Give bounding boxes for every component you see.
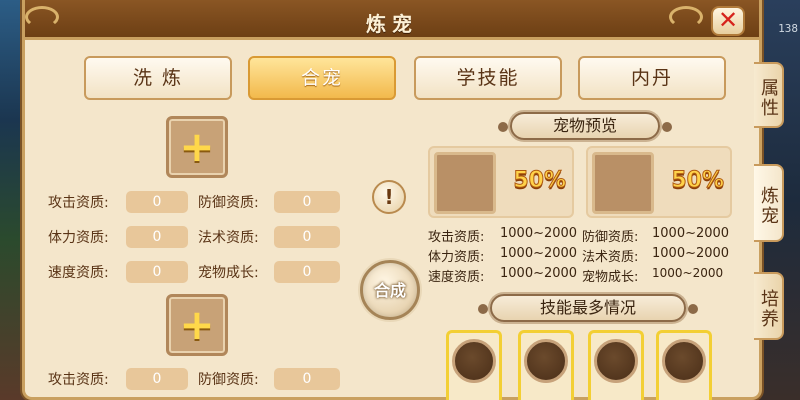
skill-slot[interactable] xyxy=(588,330,644,400)
preview-stat-label: 攻击资质: xyxy=(428,230,485,245)
skills-header-label: 技能最多情况 xyxy=(539,298,636,317)
stat-label: 宠物成长: xyxy=(198,265,259,281)
exclamation-icon: ! xyxy=(384,185,394,209)
stat-label: 体力资质: xyxy=(48,230,109,246)
preview-card-2: 50% xyxy=(586,146,732,218)
tab-learn-skill[interactable]: 学技能 xyxy=(414,56,562,100)
preview-stat-value: 1000~2000 xyxy=(500,266,578,281)
stat-label: 攻击资质: xyxy=(48,195,109,211)
preview-stat-value: 1000~2000 xyxy=(500,226,578,241)
side-tab-attributes[interactable]: 属性 xyxy=(754,62,784,128)
stat-value: 0 xyxy=(126,368,188,390)
stat-label: 防御资质: xyxy=(198,195,259,211)
skills-header: 技能最多情况 xyxy=(478,294,698,322)
preview-stat-value: 1000~2000 xyxy=(652,226,730,241)
tab-refine[interactable]: 洗 炼 xyxy=(84,56,232,100)
preview-stat-value: 1000~2000 xyxy=(500,246,578,261)
skill-slot[interactable] xyxy=(446,330,502,400)
stat-label: 攻击资质: xyxy=(48,372,109,388)
preview-stat-label: 宠物成长: xyxy=(582,270,639,285)
preview-stat-value: 1000~2000 xyxy=(652,246,730,261)
stat-value: 0 xyxy=(274,226,340,248)
tab-merge-pet[interactable]: 合宠 xyxy=(248,56,396,100)
stat-label: 速度资质: xyxy=(48,265,109,281)
preview-header-label: 宠物预览 xyxy=(552,116,617,135)
stat-value: 0 xyxy=(274,368,340,390)
add-pet-slot-1[interactable]: + xyxy=(166,116,228,178)
stat-label: 防御资质: xyxy=(198,372,259,388)
skill-slot[interactable] xyxy=(656,330,712,400)
preview-stat-value: 1000~2000 xyxy=(652,266,724,280)
plus-icon: + xyxy=(179,122,215,171)
pet-thumbnail xyxy=(592,152,654,214)
stat-value: 0 xyxy=(126,226,188,248)
chance-percent: 50% xyxy=(513,168,567,194)
empty-skill-icon xyxy=(594,339,638,383)
side-tab-train[interactable]: 培养 xyxy=(754,272,784,340)
add-pet-slot-2[interactable]: + xyxy=(166,294,228,356)
chance-percent: 50% xyxy=(671,168,725,194)
preview-stat-label: 防御资质: xyxy=(582,230,639,245)
info-button[interactable]: ! xyxy=(372,180,406,214)
stat-value: 0 xyxy=(126,261,188,283)
empty-skill-icon xyxy=(524,339,568,383)
plus-icon: + xyxy=(179,300,215,349)
preview-stat-label: 速度资质: xyxy=(428,270,485,285)
stat-value: 0 xyxy=(126,191,188,213)
stat-label: 法术资质: xyxy=(198,230,259,246)
preview-stat-label: 法术资质: xyxy=(582,250,639,265)
stat-value: 0 xyxy=(274,261,340,283)
empty-skill-icon xyxy=(452,339,496,383)
corner-counter: 138 xyxy=(778,22,798,35)
preview-card-1: 50% xyxy=(428,146,574,218)
title-bar: 炼宠 ✕ xyxy=(25,0,759,40)
empty-skill-icon xyxy=(662,339,706,383)
skill-slot[interactable] xyxy=(518,330,574,400)
preview-stat-label: 体力资质: xyxy=(428,250,485,265)
merge-button-label: 合成 xyxy=(373,281,406,300)
tab-inner-core[interactable]: 内丹 xyxy=(578,56,726,100)
merge-button[interactable]: 合成 xyxy=(360,260,420,320)
preview-header: 宠物预览 xyxy=(498,112,672,140)
stat-value: 0 xyxy=(274,191,340,213)
close-icon: ✕ xyxy=(717,6,739,34)
side-tab-refine-pet[interactable]: 炼宠 xyxy=(754,164,784,242)
pet-thumbnail xyxy=(434,152,496,214)
close-button[interactable]: ✕ xyxy=(711,6,745,36)
window-title: 炼宠 xyxy=(366,12,418,36)
